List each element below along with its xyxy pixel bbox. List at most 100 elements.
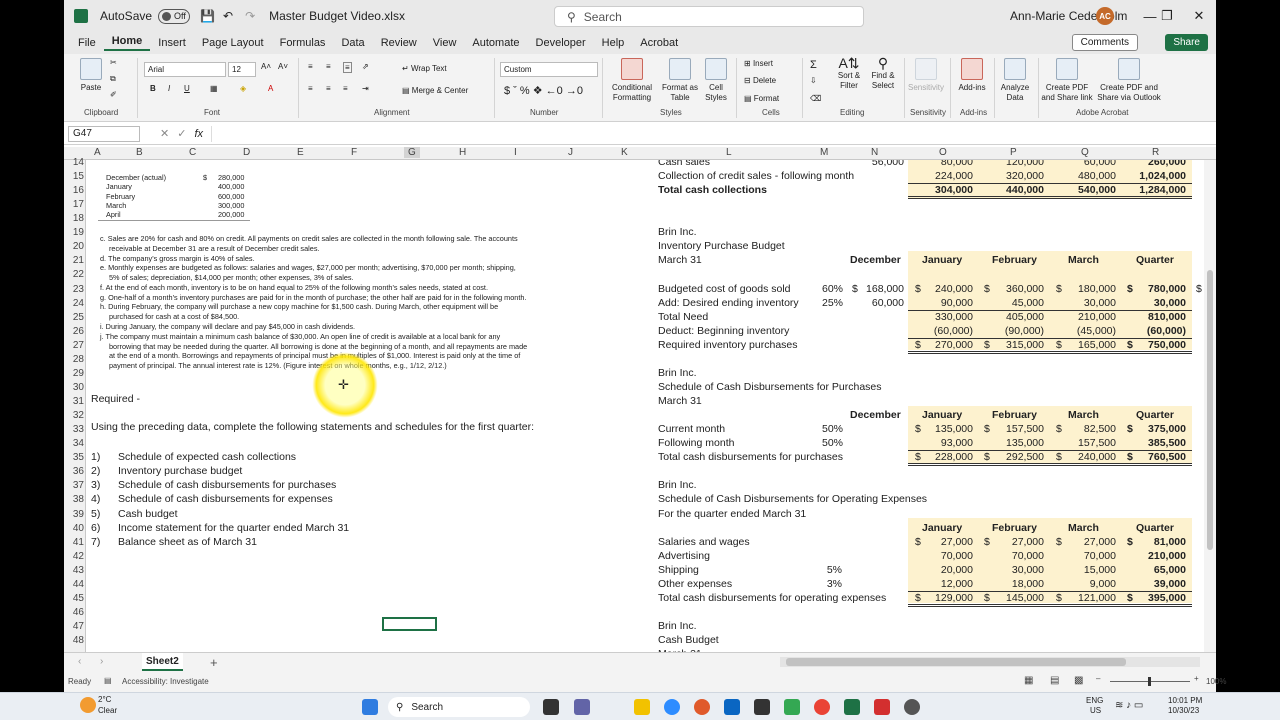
align-center-icon[interactable]: ≡: [326, 84, 331, 93]
row-header[interactable]: 45: [64, 593, 84, 604]
acrobat-taskbar-icon[interactable]: [874, 699, 890, 715]
row-header[interactable]: 15: [64, 171, 84, 182]
worksheet[interactable]: December (actual) $280,000 January 400,000 F…: [86, 160, 1204, 652]
save-icon[interactable]: 💾: [200, 9, 215, 23]
col-e[interactable]: E: [297, 147, 304, 158]
zoom-out-icon[interactable]: –: [1096, 674, 1100, 683]
orientation-icon[interactable]: ⇗: [362, 62, 369, 71]
col-g[interactable]: G: [404, 147, 420, 158]
row-header[interactable]: 26: [64, 326, 84, 337]
next-sheet-icon[interactable]: ›: [100, 656, 103, 667]
fill-icon[interactable]: ⇩: [810, 76, 817, 85]
drive-icon[interactable]: [784, 699, 800, 715]
excel-taskbar-icon[interactable]: [844, 699, 860, 715]
row-header[interactable]: 46: [64, 607, 84, 618]
row-header[interactable]: 43: [64, 565, 84, 576]
tab-page-layout[interactable]: Page Layout: [194, 37, 272, 49]
row-header[interactable]: 23: [64, 284, 84, 295]
row-header[interactable]: 22: [64, 269, 84, 280]
taskbar-search[interactable]: ⚲ Search: [388, 697, 530, 717]
delete-cells-button[interactable]: ⊟ Delete: [744, 76, 776, 85]
page-layout-view-icon[interactable]: ▤: [1050, 675, 1059, 686]
row-header[interactable]: 25: [64, 312, 84, 323]
row-header[interactable]: 32: [64, 410, 84, 421]
number-format-select[interactable]: Custom: [500, 62, 598, 77]
selected-cell-g47[interactable]: [382, 617, 437, 631]
app-icon-2[interactable]: [724, 699, 740, 715]
col-b[interactable]: B: [136, 147, 143, 158]
indent-icon[interactable]: ⇥: [362, 84, 369, 93]
tab-home[interactable]: Home: [103, 35, 151, 51]
tab-view[interactable]: View: [425, 37, 465, 49]
row-header[interactable]: 37: [64, 480, 84, 491]
add-sheet-icon[interactable]: +: [210, 655, 218, 670]
col-m[interactable]: M: [820, 147, 828, 158]
chrome-icon[interactable]: [814, 699, 830, 715]
row-header[interactable]: 39: [64, 509, 84, 520]
italic-icon[interactable]: I: [168, 84, 170, 93]
row-header[interactable]: 17: [64, 199, 84, 210]
align-right-icon[interactable]: ≡: [343, 84, 348, 93]
zoom-in-icon[interactable]: +: [1194, 674, 1199, 683]
increase-font-icon[interactable]: A˄: [261, 62, 271, 71]
zoom-app-icon[interactable]: [664, 699, 680, 715]
cancel-icon[interactable]: ✕: [160, 127, 169, 140]
conditional-formatting-button[interactable]: Conditional Formatting: [610, 58, 654, 103]
middle-align-icon[interactable]: ≡: [326, 62, 331, 71]
undo-icon[interactable]: ↶: [223, 9, 233, 23]
row-header[interactable]: 41: [64, 537, 84, 548]
sort-filter-button[interactable]: A⇅ Sort & Filter: [834, 56, 864, 91]
format-painter-icon[interactable]: ✐: [110, 90, 117, 99]
row-header[interactable]: 42: [64, 551, 84, 562]
weather-icon[interactable]: [80, 697, 96, 713]
tab-help[interactable]: Help: [594, 37, 633, 49]
col-q[interactable]: Q: [1081, 147, 1089, 158]
paste-button[interactable]: Paste: [78, 58, 104, 93]
create-pdf-outlook-button[interactable]: Create PDF and Share via Outlook: [1096, 58, 1162, 103]
row-header[interactable]: 19: [64, 227, 84, 238]
row-header[interactable]: 24: [64, 298, 84, 309]
share-button[interactable]: Share: [1165, 34, 1208, 51]
format-as-table-button[interactable]: Format as Table: [660, 58, 700, 103]
row-header[interactable]: 33: [64, 424, 84, 435]
row-header[interactable]: 16: [64, 185, 84, 196]
clear-icon[interactable]: ⌫: [810, 94, 821, 103]
align-left-icon[interactable]: ≡: [308, 84, 313, 93]
zoom-slider[interactable]: [1110, 677, 1190, 686]
app-icon-3[interactable]: [754, 699, 770, 715]
col-r[interactable]: R: [1152, 147, 1159, 158]
top-align-icon[interactable]: ≡: [308, 62, 313, 71]
row-header[interactable]: 44: [64, 579, 84, 590]
row-header[interactable]: 28: [64, 354, 84, 365]
close-icon[interactable]: ✕: [1183, 8, 1215, 24]
tab-data[interactable]: Data: [333, 37, 372, 49]
zoom-level[interactable]: 100%: [1206, 677, 1226, 686]
create-pdf-share-link-button[interactable]: Create PDF and Share link: [1040, 58, 1094, 103]
row-header[interactable]: 18: [64, 213, 84, 224]
col-k[interactable]: K: [621, 147, 628, 158]
row-header[interactable]: 31: [64, 396, 84, 407]
row-header[interactable]: 40: [64, 523, 84, 534]
col-j[interactable]: J: [568, 147, 573, 158]
col-f[interactable]: F: [351, 147, 357, 158]
col-h[interactable]: H: [459, 147, 466, 158]
tab-file[interactable]: File: [70, 37, 104, 49]
row-header[interactable]: 14: [64, 157, 84, 168]
row-header[interactable]: 29: [64, 368, 84, 379]
bold-icon[interactable]: B: [150, 84, 156, 93]
teams-icon[interactable]: [574, 699, 590, 715]
row-header[interactable]: 20: [64, 241, 84, 252]
col-l[interactable]: L: [726, 147, 732, 158]
horizontal-scrollbar[interactable]: [780, 657, 1200, 667]
formula-input[interactable]: [211, 125, 1216, 142]
enter-icon[interactable]: ✓: [177, 127, 186, 140]
windows-start-icon[interactable]: [362, 699, 378, 715]
tab-review[interactable]: Review: [373, 37, 425, 49]
font-name-select[interactable]: Arial: [144, 62, 226, 77]
row-header[interactable]: 47: [64, 621, 84, 632]
font-color-icon[interactable]: A: [268, 84, 273, 93]
underline-icon[interactable]: U: [184, 84, 190, 93]
page-break-view-icon[interactable]: ▩: [1074, 675, 1083, 686]
task-view-icon[interactable]: [543, 699, 559, 715]
addins-button[interactable]: Add-ins: [954, 58, 990, 93]
